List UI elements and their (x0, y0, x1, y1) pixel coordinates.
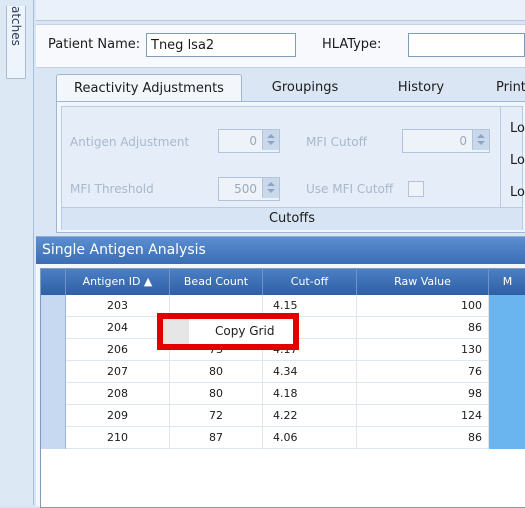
tab-reactivity-adjustments[interactable]: Reactivity Adjustments (56, 74, 242, 103)
table-row[interactable]: 209 72 4.22 124 (41, 405, 525, 427)
use-mfi-cutoff-label: Use MFI Cutoff (306, 182, 394, 196)
row-selector[interactable] (41, 405, 66, 427)
cell-m (489, 317, 525, 339)
low-label-3: Lo (510, 185, 525, 200)
cell-cut-off: 4.18 (263, 383, 357, 405)
sort-ascending-icon: ▲ (143, 275, 153, 288)
cell-raw-value: 100 (357, 295, 489, 317)
cell-bead-count: 80 (170, 361, 263, 383)
cell-m (489, 339, 525, 361)
cutoffs-divider (500, 107, 501, 207)
tab-strip: Reactivity Adjustments Groupings History… (56, 74, 525, 103)
low-label-1: Lo (510, 121, 525, 136)
main-panel: Patient Name: Tneg lsa2 HLAType: Reactiv… (36, 0, 525, 508)
cutoffs-group-caption: Cutoffs (62, 207, 522, 230)
patient-name-label: Patient Name: (48, 37, 141, 52)
patient-info-row: Patient Name: Tneg lsa2 HLAType: (36, 24, 525, 68)
table-row[interactable]: 207 80 4.34 76 (41, 361, 525, 383)
top-strip (36, 0, 525, 21)
cell-m (489, 361, 525, 383)
cell-cut-off: 4.34 (263, 361, 357, 383)
menu-icon-strip (163, 319, 189, 344)
row-selector[interactable] (41, 295, 66, 317)
header-antigen-id-label: Antigen ID (82, 275, 141, 288)
table-row[interactable]: 208 80 4.18 98 (41, 383, 525, 405)
grid-header: Antigen ID ▲ Bead Count Cut-off Raw Valu… (41, 269, 525, 295)
cell-bead-count: 87 (170, 427, 263, 449)
cell-raw-value: 86 (357, 427, 489, 449)
grid-title: Single Antigen Analysis (36, 237, 525, 264)
copy-grid-menu[interactable]: Copy Grid (157, 313, 299, 350)
header-raw-value[interactable]: Raw Value (357, 269, 489, 295)
header-m[interactable]: M (489, 269, 525, 295)
antigen-adjustment-label: Antigen Adjustment (70, 135, 190, 149)
row-selector[interactable] (41, 383, 66, 405)
cell-raw-value: 98 (357, 383, 489, 405)
table-row[interactable]: 210 87 4.06 86 (41, 427, 525, 449)
mfi-threshold-label: MFI Threshold (70, 182, 154, 196)
cell-antigen-id: 210 (66, 427, 170, 449)
row-selector[interactable] (41, 339, 66, 361)
mfi-cutoff-label: MFI Cutoff (306, 135, 367, 149)
antigen-grid[interactable]: Antigen ID ▲ Bead Count Cut-off Raw Valu… (40, 268, 525, 508)
cell-m (489, 295, 525, 317)
cell-cut-off: 4.06 (263, 427, 357, 449)
cutoffs-group: Antigen Adjustment 0 MFI Cutoff 0 MFI Th… (61, 106, 525, 230)
header-cut-off[interactable]: Cut-off (263, 269, 357, 295)
copy-grid-item[interactable]: Copy Grid (215, 324, 274, 338)
row-selector[interactable] (41, 427, 66, 449)
cell-antigen-id: 204 (66, 317, 170, 339)
cell-antigen-id: 207 (66, 361, 170, 383)
mfi-threshold-spinner[interactable] (262, 178, 279, 198)
cell-raw-value: 124 (357, 405, 489, 427)
header-antigen-id[interactable]: Antigen ID ▲ (66, 269, 170, 295)
row-selector[interactable] (41, 317, 66, 339)
mfi-cutoff-spinner[interactable] (472, 130, 489, 150)
cell-antigen-id: 208 (66, 383, 170, 405)
use-mfi-cutoff-checkbox[interactable] (408, 181, 424, 197)
hla-type-field[interactable] (408, 33, 525, 57)
cell-antigen-id: 209 (66, 405, 170, 427)
cell-bead-count: 72 (170, 405, 263, 427)
cell-bead-count: 80 (170, 383, 263, 405)
tab-history[interactable]: History (376, 74, 466, 102)
single-antigen-analysis-panel: Single Antigen Analysis Antigen ID ▲ Bea… (36, 236, 525, 508)
cell-m (489, 405, 525, 427)
cell-antigen-id: 206 (66, 339, 170, 361)
cutoffs-title: Cutoffs (268, 211, 316, 226)
antigen-adjustment-spinner[interactable] (262, 130, 279, 150)
row-selector[interactable] (41, 361, 66, 383)
cell-cut-off: 4.22 (263, 405, 357, 427)
side-tab-label[interactable]: atches (6, 6, 26, 79)
reactivity-adjustments-panel: Antigen Adjustment 0 MFI Cutoff 0 MFI Th… (56, 101, 525, 233)
header-selector (41, 269, 66, 295)
side-panel-tab[interactable]: atches (0, 0, 34, 505)
tab-print[interactable]: Print (496, 74, 525, 102)
cell-m (489, 427, 525, 449)
cell-raw-value: 130 (357, 339, 489, 361)
low-label-2: Lo (510, 153, 525, 168)
tab-groupings[interactable]: Groupings (260, 74, 350, 102)
cell-m (489, 383, 525, 405)
patient-name-field[interactable]: Tneg lsa2 (146, 33, 296, 57)
cell-antigen-id: 203 (66, 295, 170, 317)
hla-type-label: HLAType: (322, 37, 382, 52)
cell-raw-value: 86 (357, 317, 489, 339)
header-bead-count[interactable]: Bead Count (170, 269, 263, 295)
cell-raw-value: 76 (357, 361, 489, 383)
